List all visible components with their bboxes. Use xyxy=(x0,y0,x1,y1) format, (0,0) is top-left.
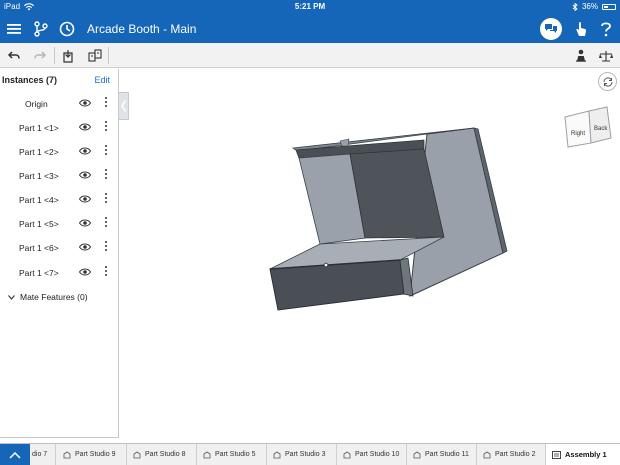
bluetooth-icon xyxy=(572,2,578,11)
part-studio-icon xyxy=(483,451,491,458)
instance-menu-icon[interactable] xyxy=(104,121,108,133)
battery-percent: 36% xyxy=(581,2,598,11)
tab-part-studio-8[interactable]: Part Studio 8 xyxy=(127,444,197,465)
person-icon[interactable] xyxy=(572,47,590,64)
tab-assembly-1[interactable]: Assembly 1 xyxy=(546,444,620,465)
tab-part-studio-10[interactable]: Part Studio 10 xyxy=(337,444,407,465)
tab-label: Part Studio 5 xyxy=(215,451,256,458)
instance-row[interactable]: Part 1 <1> xyxy=(0,116,118,140)
workspace-name: Main xyxy=(170,22,197,36)
chevron-down-icon xyxy=(8,294,15,300)
battery-icon xyxy=(602,3,616,10)
comments-icon xyxy=(545,24,557,33)
instance-label: Part 1 <4> xyxy=(19,195,59,205)
instance-label: Part 1 <5> xyxy=(19,219,59,229)
chevron-up-icon xyxy=(9,451,21,459)
view-cube[interactable]: Right Back xyxy=(561,105,613,154)
tab-label: dio 7 xyxy=(32,451,48,458)
comments-button[interactable] xyxy=(540,18,562,40)
instance-label: Part 1 <2> xyxy=(19,147,59,157)
tab-label: Part Studio 3 xyxy=(285,451,326,458)
part-studio-icon xyxy=(273,451,281,458)
instance-menu-icon[interactable] xyxy=(104,169,108,181)
tab-part-studio-9[interactable]: Part Studio 9 xyxy=(57,444,127,465)
visibility-eye-icon[interactable] xyxy=(79,268,91,276)
tab-part-studio-11[interactable]: Part Studio 11 xyxy=(407,444,477,465)
visibility-eye-icon[interactable] xyxy=(79,219,91,227)
instance-menu-icon[interactable] xyxy=(104,97,108,109)
branch-icon[interactable] xyxy=(31,19,51,39)
visibility-eye-icon[interactable] xyxy=(79,123,91,131)
hamburger-menu-icon[interactable] xyxy=(4,19,24,39)
touch-mode-icon[interactable] xyxy=(571,19,591,39)
instances-panel: Instances (7) Edit Origin Part 1 <1> Par… xyxy=(0,69,119,438)
edit-link[interactable]: Edit xyxy=(94,75,110,85)
instance-row[interactable]: Part 1 <7> xyxy=(0,261,118,285)
instance-menu-icon[interactable] xyxy=(104,241,108,253)
clock: 5:21 PM xyxy=(294,2,326,11)
assembly-icon xyxy=(552,450,561,459)
part-studio-icon xyxy=(133,451,141,458)
undo-icon[interactable] xyxy=(5,47,23,64)
instances-title: Instances (7) xyxy=(2,75,58,85)
visibility-eye-icon[interactable] xyxy=(79,171,91,179)
tab-part-studio-2[interactable]: Part Studio 2 xyxy=(477,444,546,465)
visibility-eye-icon[interactable] xyxy=(79,195,91,203)
instance-label: Origin xyxy=(25,99,48,109)
visibility-eye-icon[interactable] xyxy=(79,99,91,107)
tab-label: Part Studio 2 xyxy=(495,451,536,458)
part-studio-icon xyxy=(203,451,211,458)
instance-menu-icon[interactable] xyxy=(104,266,108,278)
viewcube-back-label: Back xyxy=(594,126,608,132)
mate-features-label: Mate Features (0) xyxy=(20,292,88,302)
tab-label: Part Studio 10 xyxy=(355,451,400,458)
instance-row[interactable]: Part 1 <5> xyxy=(0,212,118,236)
tab-label: Part Studio 9 xyxy=(75,451,116,458)
instance-label: Part 1 <1> xyxy=(19,123,59,133)
insert-part-icon[interactable] xyxy=(59,47,77,64)
toolbar xyxy=(0,43,620,68)
part-studio-icon xyxy=(413,451,421,458)
document-title: Arcade Booth - Main xyxy=(87,22,196,36)
instance-label: Part 1 <7> xyxy=(19,268,59,278)
history-clock-icon[interactable] xyxy=(57,19,77,39)
mate-features-toggle[interactable]: Mate Features (0) xyxy=(8,292,88,302)
instance-menu-icon[interactable] xyxy=(104,193,108,205)
title-separator: - xyxy=(159,22,171,36)
tab-label: Part Studio 8 xyxy=(145,451,186,458)
instance-menu-icon[interactable] xyxy=(104,217,108,229)
instance-row[interactable]: Part 1 <6> xyxy=(0,236,118,260)
tab-manager-button[interactable] xyxy=(0,444,30,465)
instance-row-origin[interactable]: Origin xyxy=(0,92,118,116)
instance-label: Part 1 <6> xyxy=(19,243,59,253)
document-tab-bar: dio 7 Part Studio 9 Part Studio 8 Part S… xyxy=(0,443,620,465)
tab-part-studio-3[interactable]: Part Studio 3 xyxy=(267,444,337,465)
tab-part-studio-7[interactable]: dio 7 xyxy=(30,444,56,465)
instance-row[interactable]: Part 1 <3> xyxy=(0,164,118,188)
tab-label: Part Studio 11 xyxy=(425,451,469,458)
assembly-model[interactable] xyxy=(120,69,620,443)
mate-connector-icon[interactable] xyxy=(86,47,104,64)
instance-menu-icon[interactable] xyxy=(104,145,108,157)
visibility-eye-icon[interactable] xyxy=(79,147,91,155)
help-icon[interactable] xyxy=(596,19,616,39)
part-studio-icon xyxy=(63,451,71,458)
rotate-view-button[interactable] xyxy=(598,72,617,91)
ios-status-bar: iPad 5:21 PM 36% xyxy=(0,0,620,14)
part-studio-icon xyxy=(343,451,351,458)
graphics-viewport[interactable] xyxy=(120,69,620,443)
instance-label: Part 1 <3> xyxy=(19,171,59,181)
redo-icon[interactable] xyxy=(31,47,49,64)
app-bar: Arcade Booth - Main xyxy=(0,14,620,43)
rotate-icon xyxy=(602,76,613,87)
document-name: Arcade Booth xyxy=(87,22,160,36)
viewcube-right-label: Right xyxy=(571,131,585,137)
instance-row[interactable]: Part 1 <2> xyxy=(0,140,118,164)
visibility-eye-icon[interactable] xyxy=(79,243,91,251)
tab-part-studio-5[interactable]: Part Studio 5 xyxy=(197,444,267,465)
instance-row[interactable]: Part 1 <4> xyxy=(0,188,118,212)
measure-scale-icon[interactable] xyxy=(597,47,615,64)
tab-label: Assembly 1 xyxy=(565,450,607,459)
